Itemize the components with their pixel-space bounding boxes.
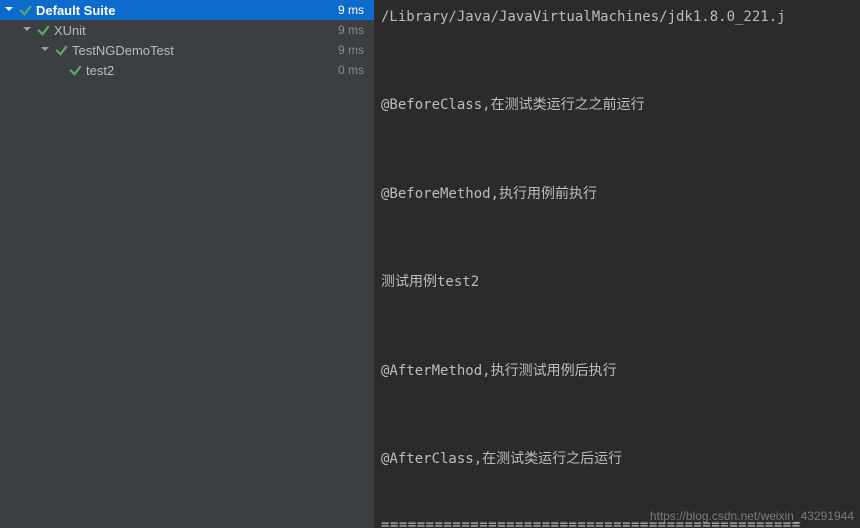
console-line: @BeforeMethod,执行用例前执行 — [379, 183, 858, 205]
console-line: @AfterClass,在测试类运行之后运行 — [379, 448, 858, 470]
tree-node-default-suite[interactable]: Default Suite 9 ms — [0, 0, 374, 20]
pass-icon — [54, 43, 68, 57]
pass-icon — [36, 23, 50, 37]
chevron-down-icon — [22, 24, 34, 36]
console-line: 测试用例test2 — [379, 271, 858, 293]
tree-node-time: 9 ms — [338, 23, 364, 37]
console-line: @AfterMethod,执行测试用例后执行 — [379, 360, 858, 382]
tree-node-label: test2 — [86, 63, 338, 78]
test-tree-panel: Default Suite 9 ms XUnit 9 ms TestNGDemo… — [0, 0, 374, 528]
console-path-line: /Library/Java/JavaVirtualMachines/jdk1.8… — [379, 6, 858, 28]
tree-node-time: 9 ms — [338, 3, 364, 17]
console-line: @BeforeClass,在测试类运行之之前运行 — [379, 94, 858, 116]
pass-icon — [18, 3, 32, 17]
tree-node-label: Default Suite — [36, 3, 338, 18]
chevron-down-icon — [40, 44, 52, 56]
pass-icon — [68, 63, 82, 77]
tree-node-time: 9 ms — [338, 43, 364, 57]
tree-node-test2[interactable]: test2 0 ms — [0, 60, 374, 80]
tree-node-label: XUnit — [54, 23, 338, 38]
tree-node-xunit[interactable]: XUnit 9 ms — [0, 20, 374, 40]
chevron-down-icon — [4, 4, 16, 16]
tree-node-time: 0 ms — [338, 63, 364, 77]
watermark-text: https://blog.csdn.net/weixin_43291944 — [650, 507, 854, 526]
console-output-panel[interactable]: /Library/Java/JavaVirtualMachines/jdk1.8… — [374, 0, 860, 528]
tree-node-testngdemotest[interactable]: TestNGDemoTest 9 ms — [0, 40, 374, 60]
tree-node-label: TestNGDemoTest — [72, 43, 338, 58]
